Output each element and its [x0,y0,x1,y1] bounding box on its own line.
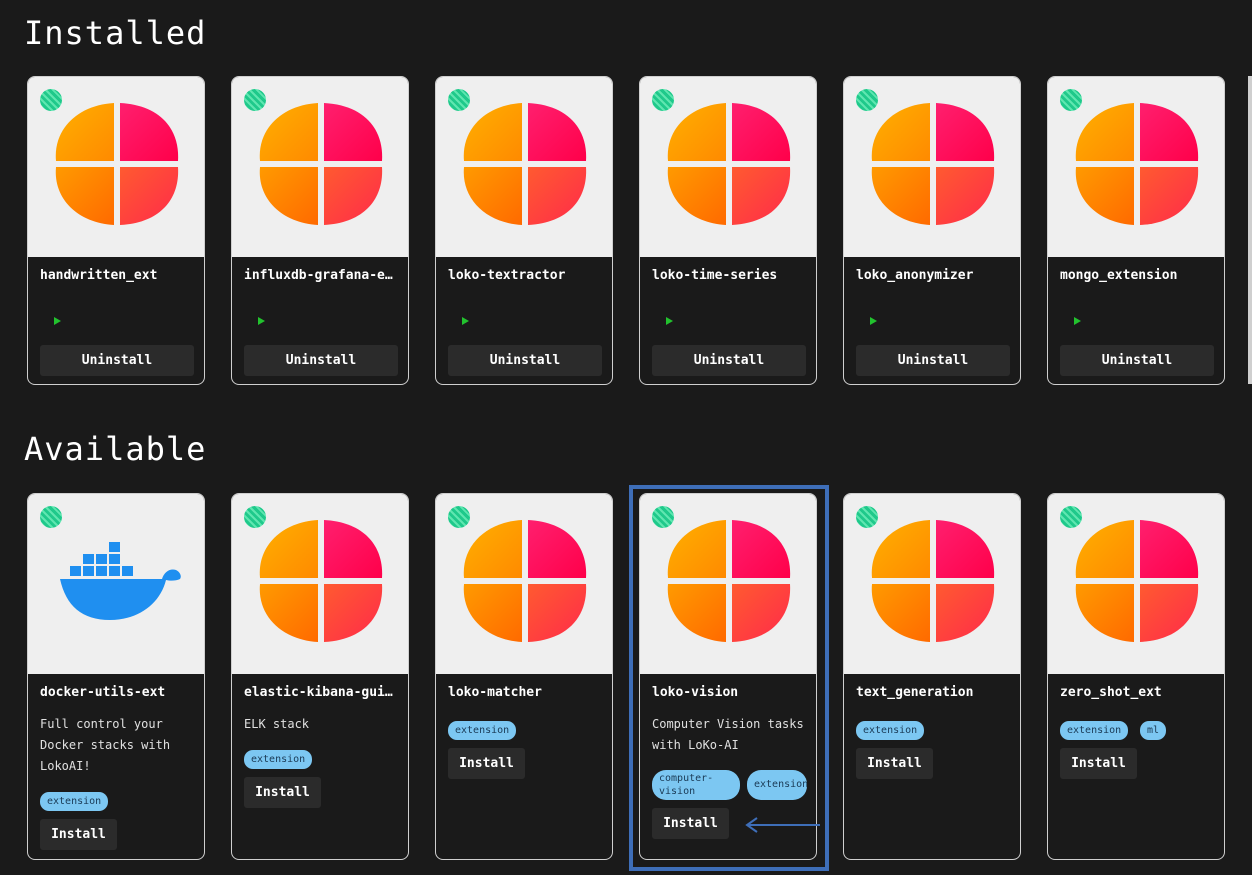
extension-name: influxdb-grafana-ext [244,268,400,283]
install-button[interactable]: Install [244,777,321,808]
play-icon[interactable] [54,317,61,325]
tag-computer-vision: computer-vision [652,770,740,800]
loko-logo-icon [458,516,592,654]
extension-name: text_generation [856,685,974,700]
install-button[interactable]: Install [652,808,729,839]
uninstall-button[interactable]: Uninstall [1060,345,1214,376]
extension-description: Full control your Docker stacks with Lok… [40,717,171,773]
available-card[interactable]: loko-vision Computer Vision tasks with L… [639,493,817,860]
extension-name: zero_shot_ext [1060,685,1162,700]
extension-name: loko-matcher [448,685,542,700]
extension-name: loko_anonymizer [856,268,974,283]
extension-thumbnail [232,77,408,257]
extension-name: handwritten_ext [40,268,158,283]
play-icon[interactable] [870,317,877,325]
play-icon[interactable] [462,317,469,325]
extension-thumbnail [1048,77,1224,257]
uninstall-button[interactable]: Uninstall [448,345,602,376]
install-button[interactable]: Install [856,748,933,779]
loko-logo-icon [1070,516,1204,654]
extension-thumbnail [1048,494,1224,674]
installed-card[interactable]: loko-textractor Uninstall [435,76,613,385]
tag-extension: extension [448,721,517,740]
extension-thumbnail [844,77,1020,257]
loko-logo-icon [50,99,184,237]
install-button[interactable]: Install [1060,748,1137,779]
loko-logo-icon [866,99,1000,237]
tag-ml: ml [1140,721,1167,740]
extension-thumbnail [28,494,204,674]
next-card-edge [1248,76,1252,384]
installed-card[interactable]: loko_anonymizer Uninstall [843,76,1021,385]
tag-extension: extension [1060,721,1129,740]
play-icon[interactable] [666,317,673,325]
available-card[interactable]: text_generation extension Install [843,493,1021,860]
uninstall-button[interactable]: Uninstall [856,345,1010,376]
installed-card[interactable]: mongo_extension Uninstall [1047,76,1225,385]
extension-thumbnail [640,494,816,674]
uninstall-button[interactable]: Uninstall [40,345,194,376]
available-card[interactable]: zero_shot_ext extension ml Install [1047,493,1225,860]
installed-card[interactable]: loko-time-series Uninstall [639,76,817,385]
loko-logo-icon [1070,99,1204,237]
uninstall-button[interactable]: Uninstall [652,345,806,376]
loko-logo-icon [662,516,796,654]
extension-name: loko-vision [652,685,739,700]
extension-thumbnail [436,494,612,674]
tag-extension: extension [244,750,313,769]
loko-logo-icon [866,516,1000,654]
extension-thumbnail [844,494,1020,674]
install-button[interactable]: Install [448,748,525,779]
loko-logo-icon [254,99,388,237]
install-button[interactable]: Install [40,819,117,850]
play-icon[interactable] [1074,317,1081,325]
extension-name: loko-textractor [448,268,566,283]
extension-description: ELK stack [244,717,310,731]
tag-extension: extension [856,721,925,740]
extension-thumbnail [640,77,816,257]
extension-thumbnail [28,77,204,257]
extension-name: elastic-kibana-gui-ext [244,685,400,700]
installed-card[interactable]: influxdb-grafana-ext Uninstall [231,76,409,385]
extension-thumbnail [232,494,408,674]
uninstall-button[interactable]: Uninstall [244,345,398,376]
tag-extension: extension [747,770,807,800]
loko-logo-icon [254,516,388,654]
docker-logo-icon [50,516,184,654]
installed-card[interactable]: handwritten_ext Uninstall [27,76,205,385]
extension-description: Computer Vision tasks with LoKo-AI [652,717,804,752]
extension-thumbnail [436,77,612,257]
extension-name: docker-utils-ext [40,685,166,700]
loko-logo-icon [458,99,592,237]
arrow-left-icon [745,817,820,833]
play-icon[interactable] [258,317,265,325]
available-section-title: Available [24,430,207,468]
extension-name: loko-time-series [652,268,778,283]
extension-name: mongo_extension [1060,268,1178,283]
tag-extension: extension [40,792,109,811]
available-card[interactable]: elastic-kibana-gui-ext ELK stack extensi… [231,493,409,860]
loko-logo-icon [662,99,796,237]
available-card[interactable]: loko-matcher extension Install [435,493,613,860]
installed-section-title: Installed [24,14,207,52]
available-card[interactable]: docker-utils-ext Full control your Docke… [27,493,205,860]
